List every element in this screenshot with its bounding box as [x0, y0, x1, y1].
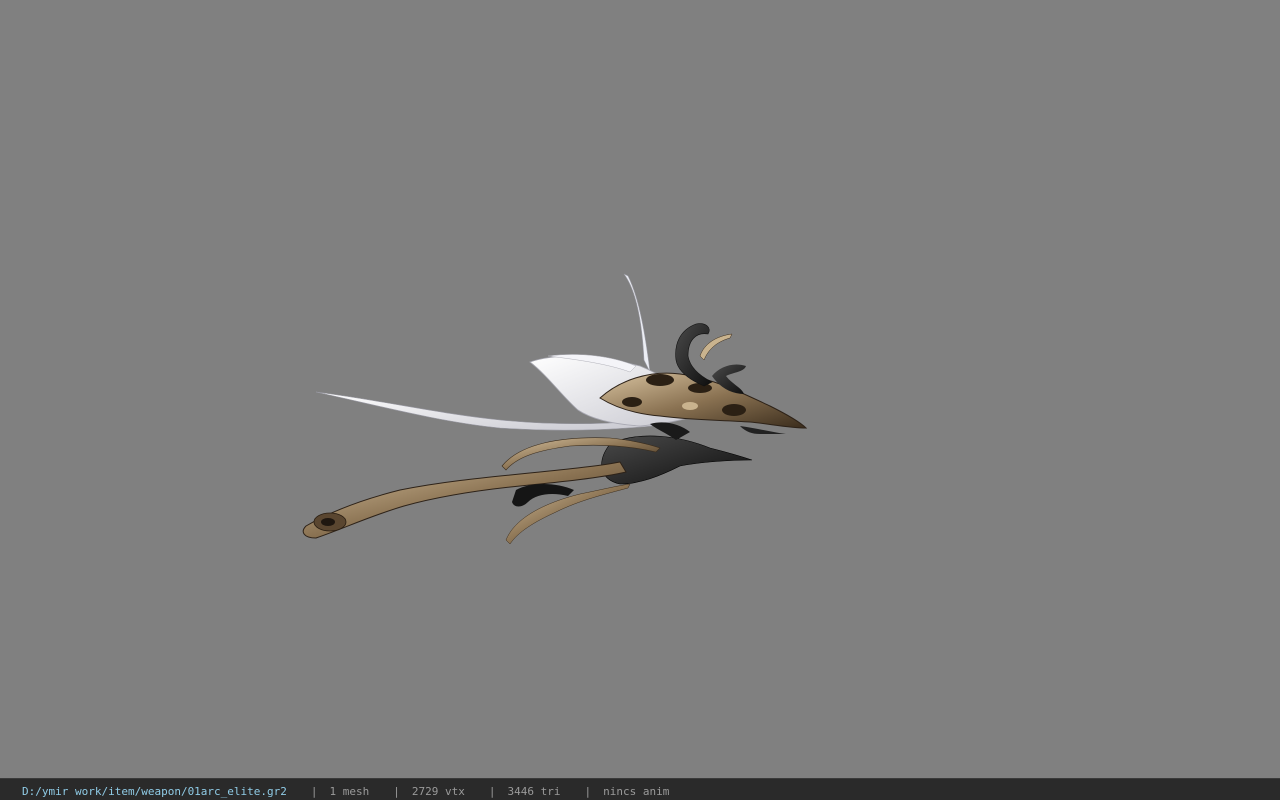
separator: | [310, 785, 318, 798]
separator: | [488, 785, 496, 798]
status-bar: D:/ymir work/item/weapon/01arc_elite.gr2… [0, 778, 1280, 800]
triangle-count: 3446 tri [507, 785, 561, 798]
separator: | [393, 785, 400, 798]
bow-weapon-model[interactable] [0, 0, 1280, 778]
mesh-count: 1 mesh [329, 785, 370, 798]
animation-status: nincs anim [603, 785, 670, 798]
3d-viewport[interactable] [0, 0, 1280, 778]
vertex-count: 2729 vtx [411, 785, 465, 798]
file-path: D:/ymir work/item/weapon/01arc_elite.gr2 [22, 785, 287, 798]
white-vertical-blade [623, 273, 651, 373]
separator: | [584, 785, 592, 798]
